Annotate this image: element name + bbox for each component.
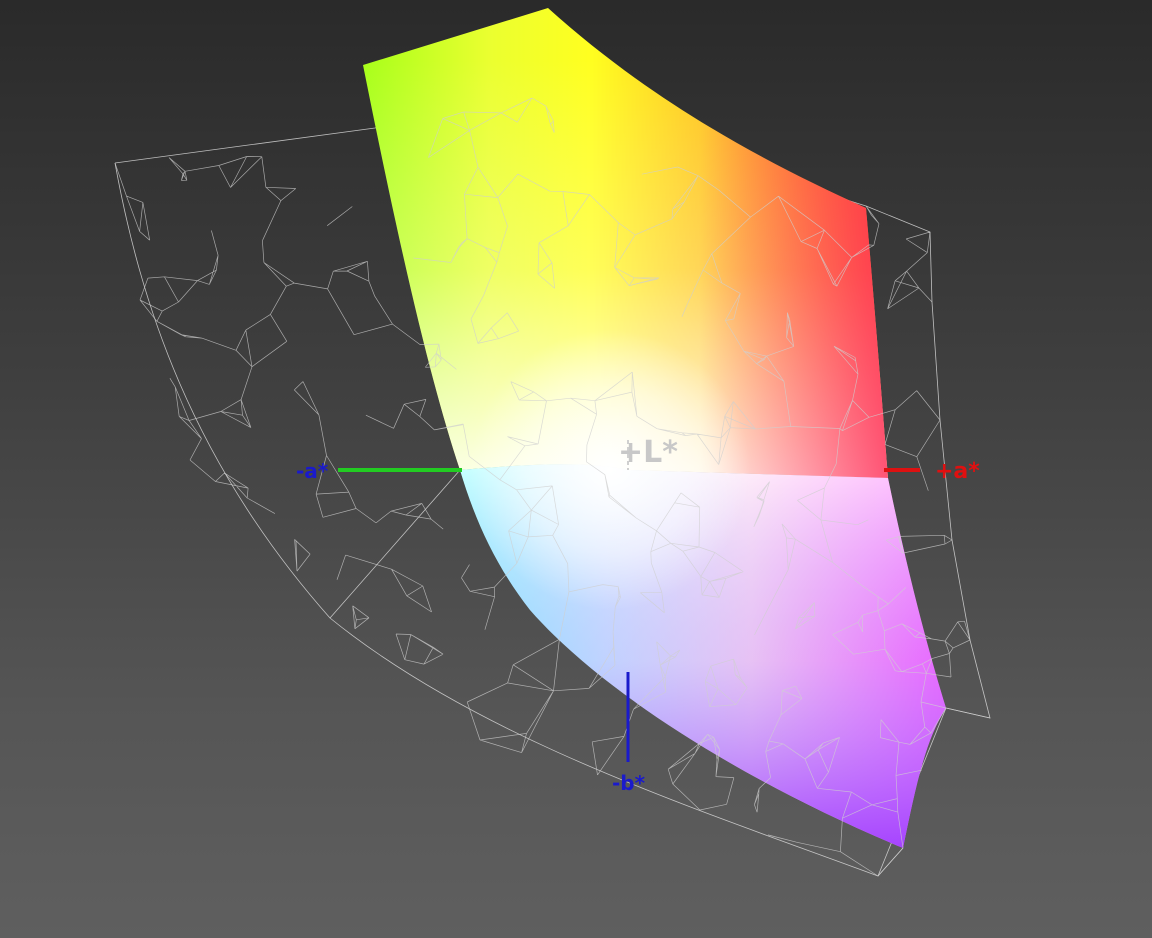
display-gamut-surface — [363, 8, 946, 848]
gamut-3d-view[interactable]: +a* -a* -b* +L* — [0, 0, 1152, 938]
minus-b-axis-label: -b* — [612, 771, 646, 795]
plus-a-axis-label: +a* — [935, 459, 980, 484]
minus-a-axis-label: -a* — [296, 459, 329, 483]
plus-l-axis-label: +L* — [618, 435, 678, 470]
